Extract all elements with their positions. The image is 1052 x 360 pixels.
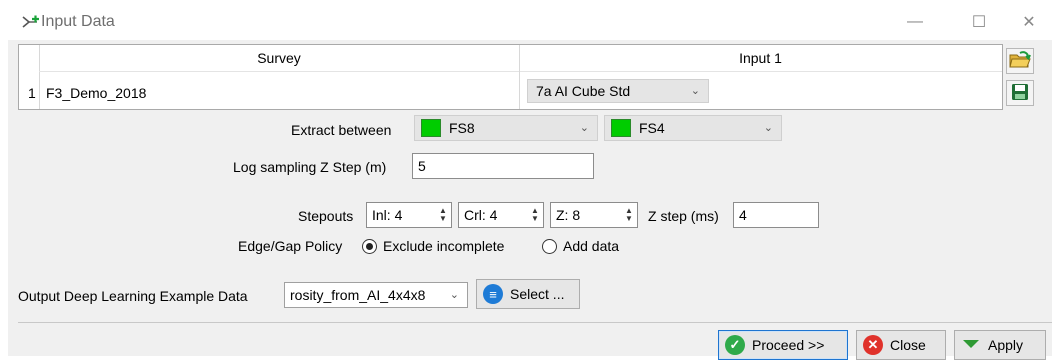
z-step-label: Z step (ms) [648, 208, 719, 224]
output-name-combo[interactable]: rosity_from_AI_4x4x8 ⌄ [284, 282, 468, 308]
log-sampling-input[interactable]: 5 [412, 153, 594, 179]
proceed-button-label: Proceed >> [752, 337, 825, 353]
save-button[interactable] [1006, 80, 1034, 106]
list-icon: ≡ [483, 284, 503, 304]
extract-to-value: FS4 [639, 120, 665, 136]
edge-gap-policy-label: Edge/Gap Policy [238, 238, 343, 254]
add-data-label[interactable]: Add data [563, 238, 619, 254]
exclude-incomplete-label[interactable]: Exclude incomplete [383, 238, 504, 254]
maximize-button[interactable]: ☐ [956, 4, 1002, 40]
color-swatch [611, 119, 631, 137]
z-step-input[interactable]: 4 [733, 202, 819, 228]
open-button[interactable] [1006, 48, 1034, 74]
spin-arrows-icon[interactable]: ▲ ▼ [529, 205, 541, 225]
select-button[interactable]: ≡ Select ... [476, 279, 580, 309]
row-number: 1 [28, 85, 36, 101]
title-bar: Input Data — ☐ ✕ [8, 4, 1052, 40]
z-stepout-value: Z: 8 [556, 207, 581, 223]
input-data-dialog: Input Data — ☐ ✕ Survey Input 1 1 F3_Dem… [8, 4, 1052, 360]
column-header-input[interactable]: Input 1 [519, 45, 1002, 72]
stepouts-label: Stepouts [298, 208, 354, 224]
chevron-down-icon: ⌄ [763, 122, 773, 134]
green-triangle-icon [961, 337, 981, 354]
crossline-stepout-value: Crl: 4 [464, 207, 498, 223]
chevron-down-icon: ⌄ [690, 85, 700, 97]
apply-button-label: Apply [988, 337, 1024, 353]
color-swatch [421, 119, 441, 137]
inline-stepout-value: Inl: 4 [372, 207, 403, 223]
column-divider [519, 71, 520, 109]
inline-stepout-spinbox[interactable]: Inl: 4 ▲ ▼ [366, 202, 452, 228]
survey-input-table: Survey Input 1 1 F3_Demo_2018 7a AI Cube… [18, 44, 1003, 110]
extract-from-combo[interactable]: FS8 ⌄ [414, 115, 598, 141]
minimize-button[interactable]: — [892, 4, 938, 40]
extract-to-combo[interactable]: FS4 ⌄ [604, 115, 782, 141]
survey-cell[interactable]: F3_Demo_2018 [46, 85, 146, 101]
input-combo-value: 7a AI Cube Std [536, 83, 631, 99]
select-button-label: Select ... [510, 286, 565, 302]
chevron-down-icon: ⌄ [446, 283, 459, 307]
spin-arrows-icon[interactable]: ▲ ▼ [437, 205, 449, 225]
log-sampling-label: Log sampling Z Step (m) [233, 159, 387, 175]
check-circle-icon: ✓ [725, 335, 745, 355]
footer-divider [18, 322, 1052, 323]
radio-add-data[interactable] [542, 239, 557, 254]
input-combo[interactable]: 7a AI Cube Std ⌄ [527, 79, 709, 103]
x-circle-icon: ✕ [863, 335, 883, 355]
folder-open-icon [1009, 50, 1031, 72]
floppy-save-icon [1011, 83, 1029, 104]
tree-arrow-icon [22, 14, 40, 30]
column-header-survey[interactable]: Survey [39, 45, 520, 72]
close-button-label: Close [890, 337, 926, 353]
output-label: Output Deep Learning Example Data [18, 288, 248, 304]
extract-from-value: FS8 [449, 120, 475, 136]
output-name-value: rosity_from_AI_4x4x8 [290, 287, 426, 303]
close-window-button[interactable]: ✕ [1006, 4, 1052, 40]
spin-arrows-icon[interactable]: ▲ ▼ [623, 205, 635, 225]
extract-between-label: Extract between [291, 122, 392, 138]
window-title: Input Data [41, 13, 115, 30]
radio-exclude-incomplete[interactable] [362, 239, 377, 254]
chevron-down-icon: ⌄ [579, 122, 589, 134]
crossline-stepout-spinbox[interactable]: Crl: 4 ▲ ▼ [458, 202, 544, 228]
z-stepout-spinbox[interactable]: Z: 8 ▲ ▼ [550, 202, 638, 228]
